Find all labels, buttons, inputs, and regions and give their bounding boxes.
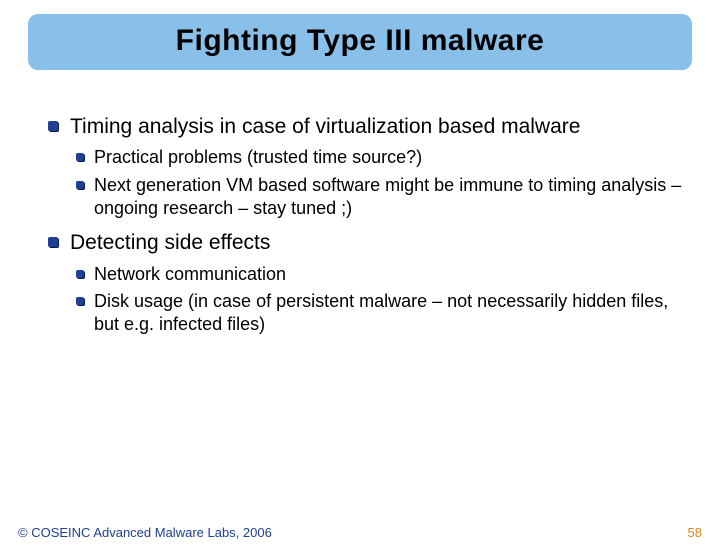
list-item: Timing analysis in case of virtualizatio… <box>44 114 684 220</box>
sub-bullet-list: Network communication Disk usage (in cas… <box>70 263 684 337</box>
sub-bullet-list: Practical problems (trusted time source?… <box>70 146 684 220</box>
bullet-text: Detecting side effects <box>70 231 270 254</box>
footer: © COSEINC Advanced Malware Labs, 2006 58 <box>18 525 702 540</box>
list-item: Network communication <box>70 263 684 286</box>
list-item: Practical problems (trusted time source?… <box>70 146 684 169</box>
bullet-text: Next generation VM based software might … <box>94 175 681 218</box>
slide-title: Fighting Type III malware <box>40 24 680 58</box>
bullet-text: Disk usage (in case of persistent malwar… <box>94 291 668 334</box>
copyright-text: © COSEINC Advanced Malware Labs, 2006 <box>18 525 272 540</box>
list-item: Disk usage (in case of persistent malwar… <box>70 290 684 337</box>
page-number: 58 <box>688 525 702 540</box>
slide-content: Timing analysis in case of virtualizatio… <box>44 114 684 337</box>
bullet-text: Timing analysis in case of virtualizatio… <box>70 115 580 138</box>
bullet-text: Practical problems (trusted time source?… <box>94 147 422 167</box>
bullet-text: Network communication <box>94 264 286 284</box>
bullet-list: Timing analysis in case of virtualizatio… <box>44 114 684 337</box>
list-item: Detecting side effects Network communica… <box>44 230 684 336</box>
title-bar: Fighting Type III malware <box>28 14 692 70</box>
list-item: Next generation VM based software might … <box>70 174 684 221</box>
